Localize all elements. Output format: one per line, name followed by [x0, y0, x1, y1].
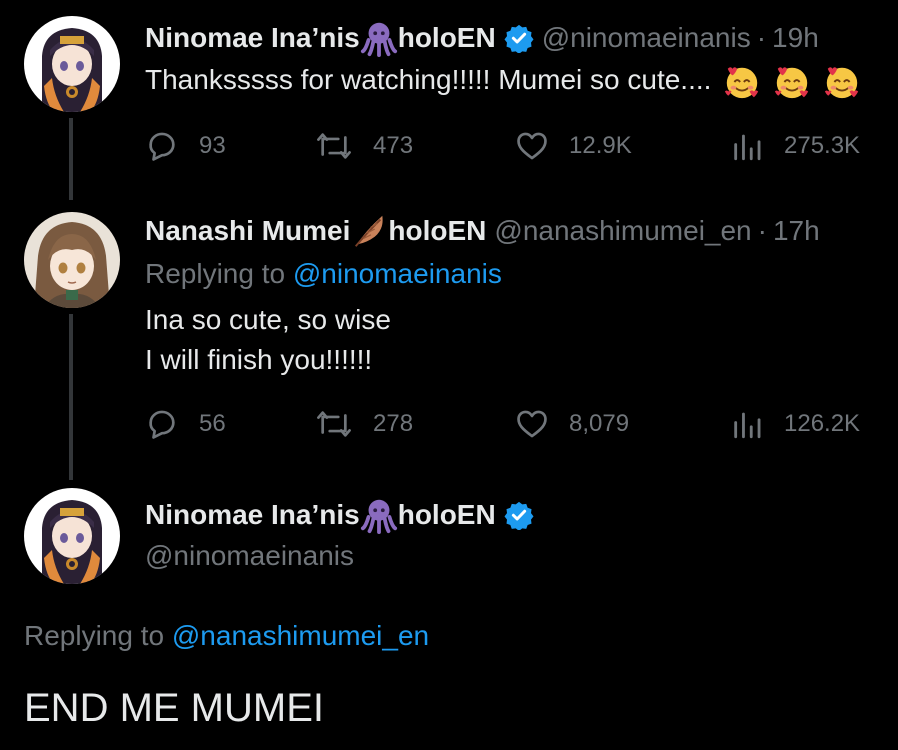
display-name[interactable]: Ninomae Ina’nis	[145, 499, 360, 531]
tweet-text-content: Thanksssss for watching!!!!! Mumei so cu…	[145, 64, 712, 95]
smiling-face-with-hearts-emoji	[774, 66, 809, 98]
replying-to-handle-link[interactable]: @nanashimumei_en	[172, 620, 429, 651]
tweet-thread: Ninomae Ina’nis holoEN @ninomaeinanis · …	[0, 0, 898, 750]
like-button[interactable]: 8,079	[515, 404, 629, 444]
retweet-icon	[317, 411, 351, 437]
name-suffix[interactable]: holoEN	[398, 22, 496, 54]
tweet-text-line: I will finish you!!!!!!	[145, 344, 373, 375]
like-count: 8,079	[569, 410, 630, 437]
like-count: 12.9K	[569, 132, 632, 159]
thread-line	[69, 314, 73, 480]
display-name[interactable]: Ninomae Ina’nis	[145, 22, 360, 54]
reply-icon	[149, 410, 175, 439]
reply-button[interactable]: 93	[145, 126, 226, 166]
retweet-button[interactable]: 473	[315, 126, 413, 166]
avatar[interactable]	[24, 212, 120, 308]
handle[interactable]: @nanashimumei_en	[494, 215, 751, 247]
reply-button[interactable]: 56	[145, 404, 226, 444]
ina-avatar-image	[24, 16, 120, 112]
handle[interactable]: @ninomaeinanis	[542, 22, 751, 54]
name-suffix[interactable]: holoEN	[398, 499, 496, 531]
verified-badge-icon	[504, 501, 534, 530]
smiling-face-with-hearts-emoji	[725, 66, 759, 98]
octopus-emoji	[360, 499, 397, 534]
smiling-face-with-hearts-emoji	[824, 66, 858, 98]
views-button[interactable]: 275.3K	[730, 126, 860, 166]
separator-dot: ·	[757, 215, 767, 246]
name-suffix[interactable]: holoEN	[388, 215, 486, 247]
tweet-actions: 56 278 8,079 126.2K	[145, 404, 875, 444]
tweet-text: END ME MUMEI	[24, 686, 324, 730]
view-count: 126.2K	[784, 410, 861, 437]
retweet-icon	[317, 133, 351, 159]
replying-to-handle-link[interactable]: @ninomaeinanis	[293, 258, 502, 289]
tweet-text: Ina so cute, so wise I will finish you!!…	[145, 300, 391, 380]
views-chart-icon	[734, 412, 761, 439]
reply-icon	[149, 132, 175, 161]
display-name[interactable]: Nanashi Mumei	[145, 215, 350, 247]
replying-to-label: Replying to	[24, 620, 165, 651]
avatar[interactable]	[24, 16, 120, 112]
thread-line	[69, 118, 73, 200]
retweet-count: 473	[373, 132, 414, 159]
octopus-emoji	[360, 22, 397, 57]
tweet-header: Nanashi Mumei holoEN @nanashimumei_en · …	[145, 211, 820, 251]
tweet-text: Thanksssss for watching!!!!! Mumei so cu…	[145, 60, 861, 101]
reply-count: 93	[199, 132, 226, 159]
retweet-button[interactable]: 278	[315, 404, 413, 444]
separator-dot: ·	[756, 22, 767, 53]
avatar[interactable]	[24, 488, 120, 584]
heart-icon	[517, 132, 547, 160]
replying-to: Replying to @ninomaeinanis	[145, 258, 502, 290]
timestamp[interactable]: 19h	[772, 22, 819, 54]
views-button[interactable]: 126.2K	[730, 404, 860, 444]
feather-emoji	[355, 215, 384, 247]
tweet-header: Ninomae Ina’nis holoEN	[145, 495, 534, 535]
ina-avatar-image	[24, 488, 120, 584]
view-count: 275.3K	[784, 132, 861, 159]
views-chart-icon	[734, 134, 761, 161]
replying-to-label: Replying to	[145, 258, 286, 289]
tweet-text-line: Ina so cute, so wise	[145, 304, 391, 335]
timestamp[interactable]: 17h	[773, 215, 820, 247]
reply-count: 56	[199, 410, 226, 437]
handle[interactable]: @ninomaeinanis	[145, 540, 354, 572]
replying-to: Replying to @nanashimumei_en	[24, 620, 429, 652]
handle-row: @ninomaeinanis	[145, 536, 354, 576]
mumei-avatar-image	[24, 212, 120, 308]
heart-icon	[517, 410, 547, 438]
tweet-header: Ninomae Ina’nis holoEN @ninomaeinanis · …	[145, 18, 819, 58]
like-button[interactable]: 12.9K	[515, 126, 632, 166]
verified-badge-icon	[504, 24, 534, 53]
tweet-actions: 93 473 12.9K 275.3K	[145, 126, 875, 166]
retweet-count: 278	[373, 410, 414, 437]
